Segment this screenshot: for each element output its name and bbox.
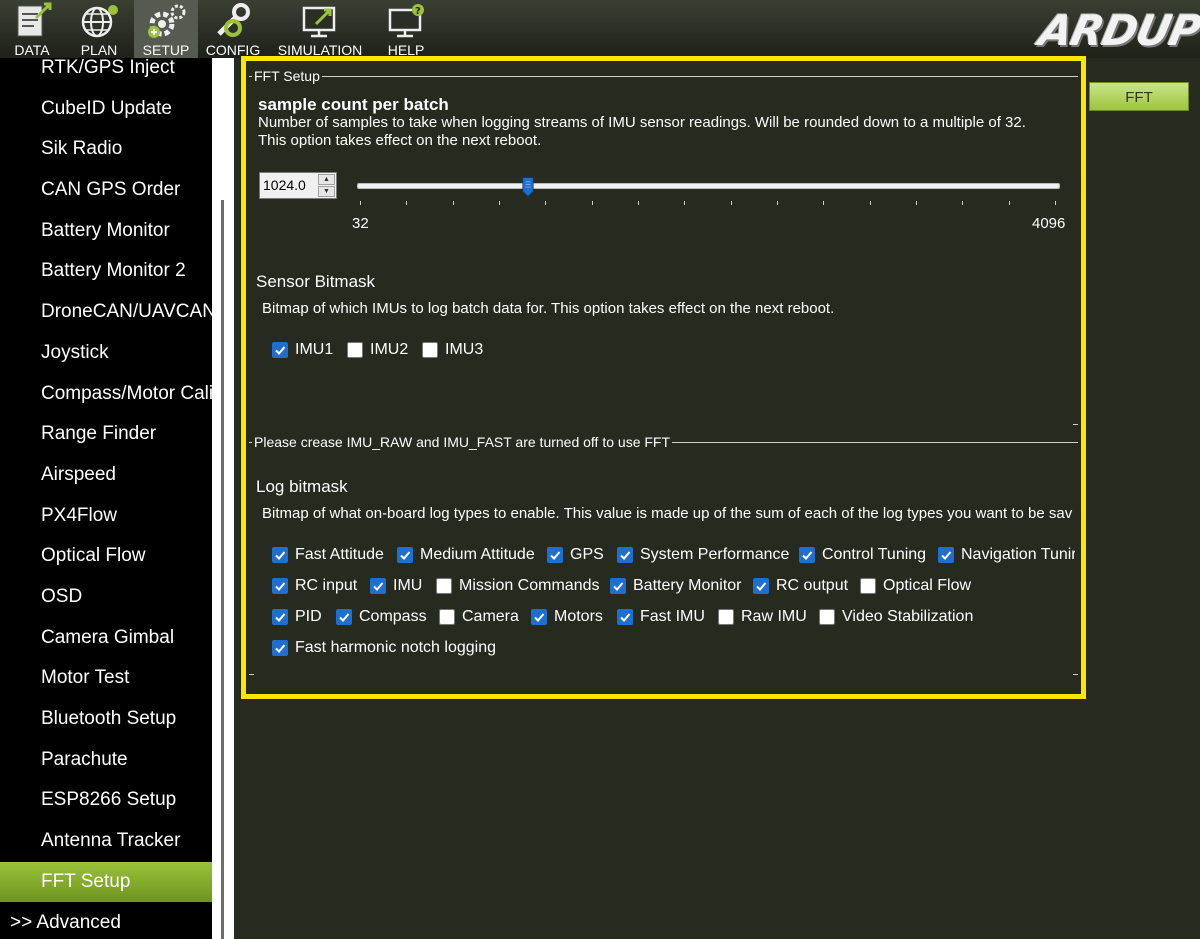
sidebar-item-cubeid-update[interactable]: CubeID Update <box>0 89 212 129</box>
sidebar-scrollbar[interactable] <box>212 58 234 939</box>
sidebar-item-osd[interactable]: OSD <box>0 577 212 617</box>
toolbar-config-button[interactable]: CONFIG <box>202 0 264 58</box>
plan-globe-icon <box>81 5 118 38</box>
toolbar-data-label: DATA <box>14 42 50 58</box>
sidebar-item-motor-test[interactable]: Motor Test <box>0 658 212 698</box>
sidebar-item-battery-monitor[interactable]: Battery Monitor <box>0 211 212 251</box>
toolbar-simulation-button[interactable]: SIMULATION <box>270 0 370 58</box>
sidebar-item-optical-flow[interactable]: Optical Flow <box>0 536 212 576</box>
config-wrench-icon <box>217 3 250 37</box>
sidebar-scrollbar-thumb[interactable] <box>221 200 224 939</box>
sidebar-item-can-gps-order[interactable]: CAN GPS Order <box>0 170 212 210</box>
toolbar-help-button[interactable]: ? HELP <box>374 0 438 58</box>
main-toolbar: DATA PLAN SETUP CONFIG SIMULATION ? HELP… <box>0 0 1200 58</box>
sidebar-item-range-finder[interactable]: Range Finder <box>0 414 212 454</box>
sidebar-item-bluetooth-setup[interactable]: Bluetooth Setup <box>0 699 212 739</box>
sidebar-item-dronecan[interactable]: DroneCAN/UAVCAN <box>0 292 212 332</box>
svg-text:?: ? <box>415 6 421 17</box>
sidebar-item-px4flow[interactable]: PX4Flow <box>0 496 212 536</box>
simulation-monitor-icon <box>302 6 336 38</box>
ardupilot-logo: ARDUP <box>1030 4 1200 55</box>
sidebar-item-sik-radio[interactable]: Sik Radio <box>0 129 212 169</box>
toolbar-plan-label: PLAN <box>80 42 118 58</box>
sidebar-item-compass-motor[interactable]: Compass/Motor Calib <box>0 374 212 414</box>
sidebar-item-airspeed[interactable]: Airspeed <box>0 455 212 495</box>
data-icon <box>17 2 52 37</box>
toolbar-data-button[interactable]: DATA <box>0 0 64 58</box>
highlight-frame <box>241 56 1086 699</box>
setup-gears-icon <box>148 4 186 38</box>
toolbar-setup-label: SETUP <box>142 42 190 58</box>
sidebar-item-battery-monitor-2[interactable]: Battery Monitor 2 <box>0 251 212 291</box>
toolbar-plan-button[interactable]: PLAN <box>68 0 130 58</box>
sidebar-advanced-toggle[interactable]: >> Advanced <box>0 903 212 939</box>
toolbar-setup-button[interactable]: SETUP <box>134 0 198 58</box>
sidebar-item-joystick[interactable]: Joystick <box>0 333 212 373</box>
sidebar-item-rtk-gps-inject[interactable]: RTK/GPS Inject <box>0 58 212 88</box>
sidebar-item-antenna-tracker[interactable]: Antenna Tracker <box>0 821 212 861</box>
sidebar-item-parachute[interactable]: Parachute <box>0 740 212 780</box>
setup-sidebar: RTK/GPS Inject CubeID Update Sik Radio C… <box>0 58 212 939</box>
sidebar-item-camera-gimbal[interactable]: Camera Gimbal <box>0 618 212 658</box>
sidebar-item-esp8266-setup[interactable]: ESP8266 Setup <box>0 780 212 820</box>
help-monitor-icon: ? <box>388 4 424 38</box>
sidebar-item-fft-setup[interactable]: FFT Setup <box>0 862 212 902</box>
logo-text: ARDUP <box>1034 6 1200 55</box>
fft-button[interactable]: FFT <box>1089 82 1189 111</box>
